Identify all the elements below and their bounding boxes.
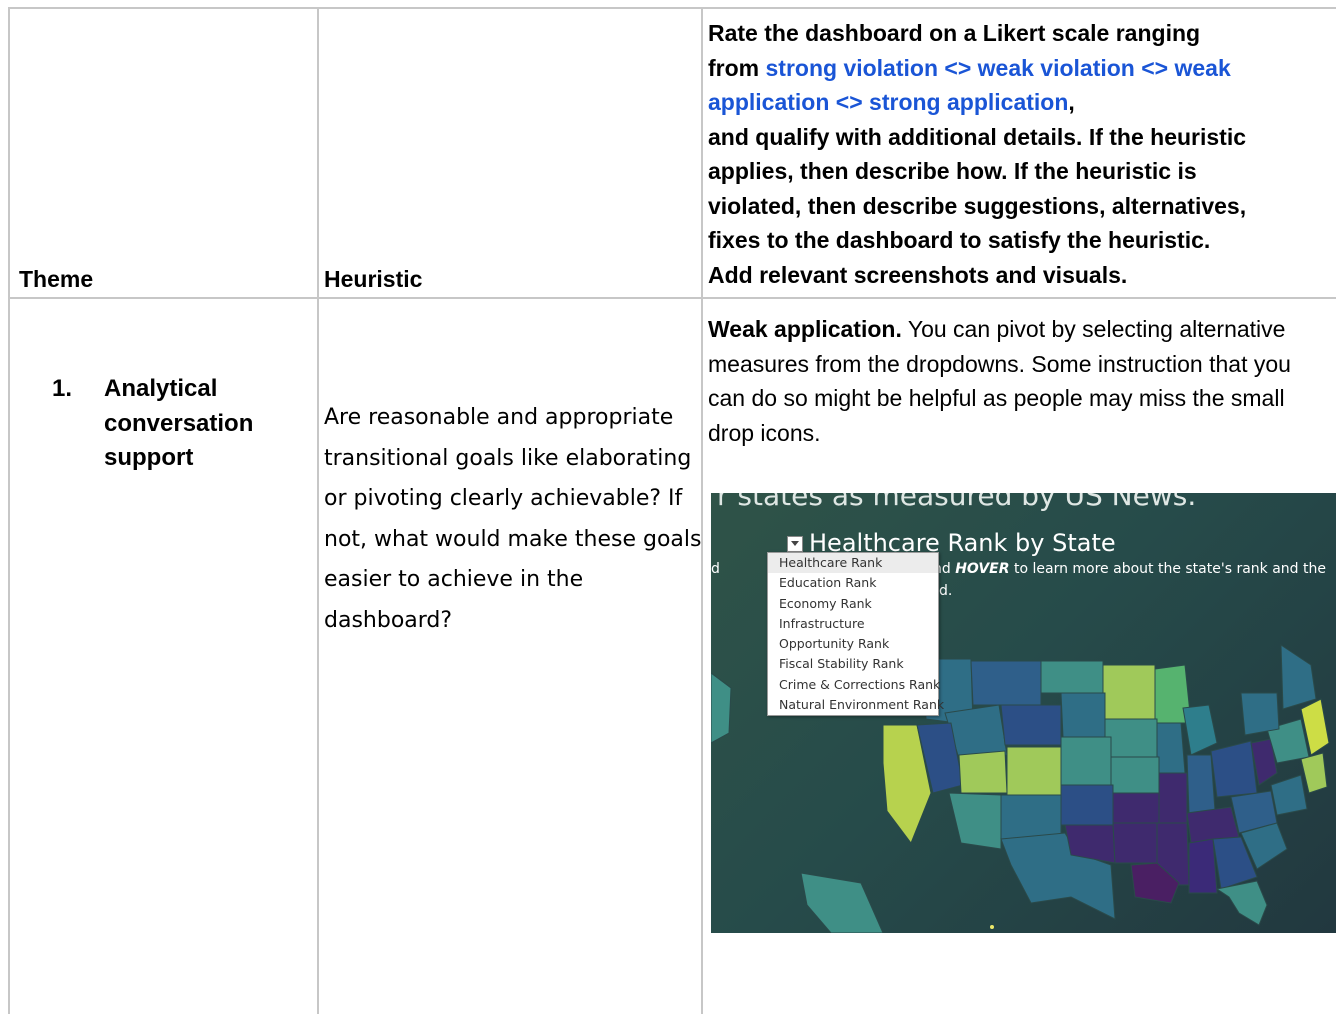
rating-line-7: fixes to the dashboard to satisfy the he… <box>708 227 1211 253</box>
dropdown-option[interactable]: Education Rank <box>768 573 938 593</box>
dropdown-option[interactable]: Economy Rank <box>768 594 938 614</box>
instructions-post: to learn more about the state's rank and… <box>1009 561 1326 577</box>
rating-line-3: application <> strong application, <box>708 85 1336 120</box>
table-border-top <box>8 7 1336 9</box>
dropdown-option[interactable]: Infrastructure <box>768 614 938 634</box>
header-row-divider <box>8 297 1336 299</box>
heuristic-question: Are reasonable and appropriate transitio… <box>324 405 702 633</box>
rating-line-2: from strong violation <> weak violation … <box>708 51 1336 86</box>
header-rating-instructions: Rate the dashboard on a Likert scale ran… <box>708 16 1336 292</box>
map-instructions: nd HOVER to learn more about the state's… <box>933 561 1326 577</box>
rating-answer: Weak application. You can pivot by selec… <box>708 312 1328 450</box>
header-heuristic: Heuristic <box>324 266 423 292</box>
likert-scale-part-2: application <> strong application <box>708 89 1069 115</box>
column-divider-1 <box>317 7 319 1014</box>
cropped-text-fragment: d <box>711 561 720 577</box>
measure-dropdown-menu[interactable]: Healthcare Rank Education Rank Economy R… <box>767 552 944 717</box>
from-text: from <box>708 54 766 81</box>
dropdown-option[interactable]: Fiscal Stability Rank <box>768 654 938 674</box>
rating-line-1: Rate the dashboard on a Likert scale ran… <box>708 20 1201 46</box>
dropdown-option[interactable]: Opportunity Rank <box>768 634 938 654</box>
dropdown-option[interactable]: Natural Environment Rank <box>768 695 944 715</box>
likert-scale-part-1: strong violation <> weak violation <> we… <box>765 54 1231 81</box>
instructions-hover: HOVER <box>955 561 1010 577</box>
screenshot-cropped-caption: r states as measured by US News. <box>717 493 1197 512</box>
dropdown-toggle-icon[interactable] <box>787 536 803 552</box>
theme-number: 1. <box>52 375 73 402</box>
header-theme: Theme <box>19 266 94 292</box>
dashboard-screenshot: r states as measured by US News. Healthc… <box>711 493 1336 933</box>
map-instructions-cont: d. <box>939 583 953 599</box>
theme-name: Analytical conversation support <box>104 375 254 471</box>
table-border-left <box>8 7 10 1014</box>
rating-line-4: and qualify with additional details. If … <box>708 123 1247 150</box>
comma: , <box>1068 89 1075 115</box>
rating-line-8: Add relevant screenshots and visuals. <box>708 261 1128 288</box>
hawaii-dot <box>990 925 994 929</box>
rating-line-6: violated, then describe suggestions, alt… <box>708 192 1247 219</box>
dropdown-option[interactable]: Crime & Corrections Rank <box>768 675 940 695</box>
rating-line-5: applies, then describe how. If the heuri… <box>708 158 1197 184</box>
rating-label: Weak application. <box>708 316 902 342</box>
dropdown-option[interactable]: Healthcare Rank <box>768 553 938 574</box>
